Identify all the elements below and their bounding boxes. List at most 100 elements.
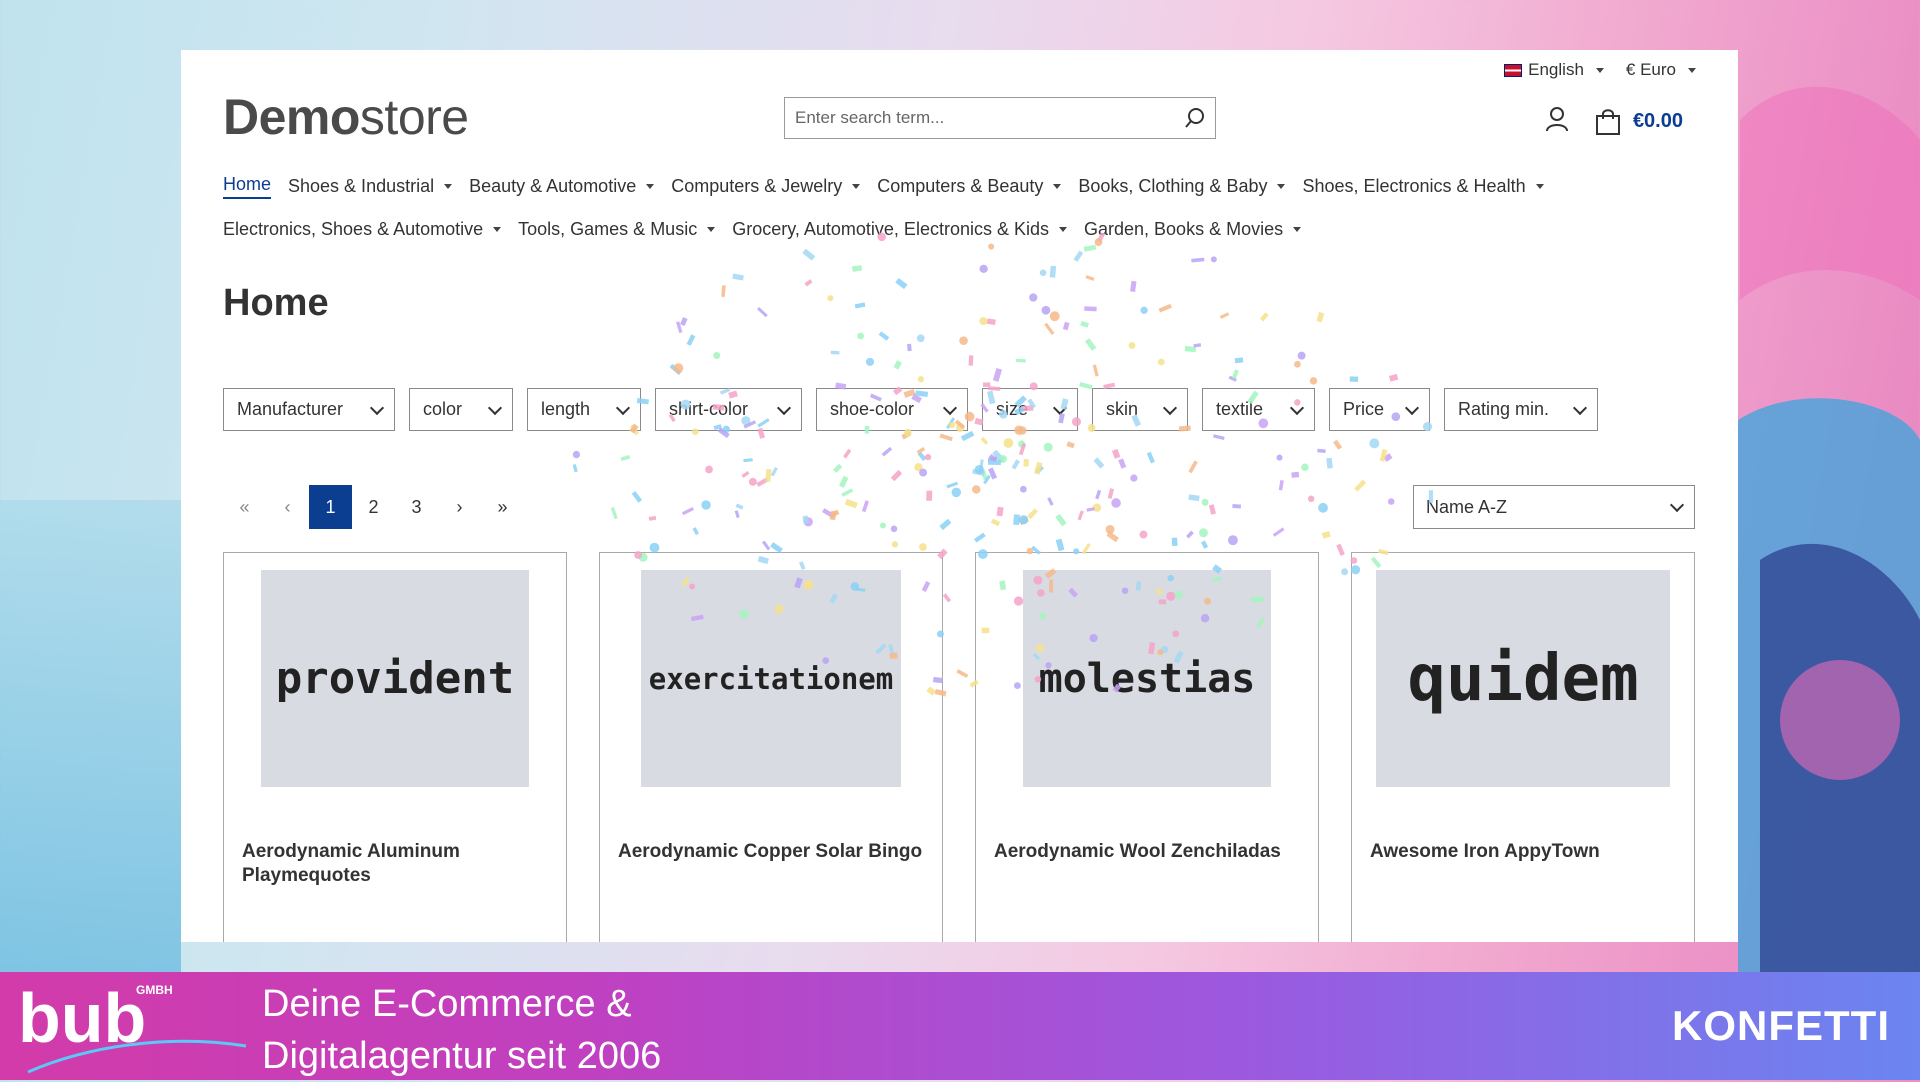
filter-price[interactable]: Price bbox=[1329, 388, 1430, 431]
chevron-down-icon bbox=[487, 400, 503, 415]
nav-item-home[interactable]: Home bbox=[223, 173, 272, 199]
filter-label: shoe-color bbox=[830, 399, 915, 419]
product-image[interactable]: provident bbox=[261, 570, 529, 787]
nav-item-computers-beauty[interactable]: Computers & Beauty bbox=[877, 175, 1062, 197]
product-name[interactable]: Awesome Iron AppyTown bbox=[1370, 840, 1680, 864]
caret-down-icon bbox=[444, 183, 453, 189]
filter-shirt-color[interactable]: shirt-color bbox=[655, 388, 802, 431]
caret-down-icon bbox=[1535, 183, 1544, 189]
chevron-down-icon bbox=[1404, 400, 1420, 415]
language-label: English bbox=[1528, 60, 1584, 79]
nav-label: Shoes, Electronics & Health bbox=[1302, 175, 1526, 196]
user-icon bbox=[1545, 107, 1568, 132]
page-prev-button[interactable]: ‹ bbox=[266, 485, 309, 529]
nav-item-garden-books-movies[interactable]: Garden, Books & Movies bbox=[1084, 218, 1302, 240]
product-image-text: provident bbox=[275, 653, 515, 704]
filter-label: size bbox=[996, 399, 1029, 419]
language-selector[interactable]: English bbox=[1504, 60, 1604, 80]
nav-label: Garden, Books & Movies bbox=[1084, 218, 1284, 239]
nav-item-shoes-electronics-health[interactable]: Shoes, Electronics & Health bbox=[1302, 175, 1544, 197]
filter-label: Manufacturer bbox=[237, 399, 344, 419]
page-title: Home bbox=[223, 282, 329, 324]
page-1-button[interactable]: 1 bbox=[309, 485, 352, 529]
main-navigation: Home Shoes & Industrial Beauty & Automot… bbox=[223, 172, 1703, 258]
nav-label: Computers & Jewelry bbox=[671, 175, 843, 196]
chevron-down-icon bbox=[942, 400, 958, 415]
nav-item-computers-jewelry[interactable]: Computers & Jewelry bbox=[671, 175, 861, 197]
nav-item-tools-games-music[interactable]: Tools, Games & Music bbox=[518, 218, 716, 240]
product-card[interactable]: quidem Awesome Iron AppyTown bbox=[1351, 552, 1695, 942]
product-image[interactable]: quidem bbox=[1376, 570, 1670, 787]
filter-skin[interactable]: skin bbox=[1092, 388, 1188, 431]
promo-banner: bub GMBH Deine E-Commerce & Digitalagent… bbox=[0, 972, 1920, 1080]
page-last-button[interactable]: » bbox=[481, 485, 524, 529]
product-image[interactable]: exercitationem bbox=[641, 570, 901, 787]
nav-row-2: Electronics, Shoes & Automotive Tools, G… bbox=[223, 215, 1703, 243]
filter-rating-min[interactable]: Rating min. bbox=[1444, 388, 1598, 431]
nav-item-books-clothing-baby[interactable]: Books, Clothing & Baby bbox=[1078, 175, 1286, 197]
nav-row-1: Home Shoes & Industrial Beauty & Automot… bbox=[223, 172, 1703, 200]
nav-item-beauty-automotive[interactable]: Beauty & Automotive bbox=[469, 175, 655, 197]
nav-label: Shoes & Industrial bbox=[288, 175, 435, 196]
currency-label: € Euro bbox=[1625, 60, 1676, 79]
filter-label: shirt-color bbox=[669, 399, 749, 419]
product-card[interactable]: exercitationem Aerodynamic Copper Solar … bbox=[599, 552, 943, 942]
sort-select[interactable]: Name A-Z bbox=[1413, 485, 1695, 529]
chevron-down-icon bbox=[369, 400, 385, 415]
bub-logo: bub GMBH bbox=[18, 979, 247, 1074]
account-button[interactable] bbox=[1545, 106, 1569, 137]
banner-tagline: Deine E-Commerce & Digitalagentur seit 2… bbox=[262, 978, 661, 1082]
cart-button[interactable]: €0.00 bbox=[1595, 108, 1683, 136]
product-card[interactable]: molestias Aerodynamic Wool Zenchiladas bbox=[975, 552, 1319, 942]
product-name[interactable]: Aerodynamic Copper Solar Bingo bbox=[618, 840, 928, 864]
nav-label: Beauty & Automotive bbox=[469, 175, 637, 196]
nav-label: Grocery, Automotive, Electronics & Kids bbox=[732, 218, 1049, 239]
bag-icon bbox=[1595, 108, 1620, 135]
chevron-down-icon bbox=[1162, 400, 1178, 415]
currency-selector[interactable]: € Euro bbox=[1626, 60, 1696, 80]
header-actions: €0.00 bbox=[1545, 106, 1683, 137]
filter-shoe-color[interactable]: shoe-color bbox=[816, 388, 968, 431]
caret-down-icon bbox=[1293, 226, 1302, 232]
filter-length[interactable]: length bbox=[527, 388, 641, 431]
chevron-down-icon bbox=[1572, 400, 1588, 415]
filter-label: Rating min. bbox=[1458, 399, 1550, 419]
nav-label: Books, Clothing & Baby bbox=[1078, 175, 1268, 196]
banner-line-1: Deine E-Commerce & bbox=[262, 983, 632, 1025]
nav-label: Home bbox=[223, 173, 272, 194]
page-next-button[interactable]: › bbox=[438, 485, 481, 529]
page-first-button[interactable]: « bbox=[223, 485, 266, 529]
chevron-down-icon bbox=[615, 400, 631, 415]
nav-label: Tools, Games & Music bbox=[518, 218, 698, 239]
nav-item-electronics-shoes-automotive[interactable]: Electronics, Shoes & Automotive bbox=[223, 219, 502, 240]
search-button[interactable] bbox=[1175, 98, 1215, 138]
caret-down-icon bbox=[1059, 226, 1067, 232]
cart-total: €0.00 bbox=[1632, 110, 1683, 132]
product-image[interactable]: molestias bbox=[1023, 570, 1271, 787]
caret-down-icon bbox=[852, 183, 861, 189]
filter-bar: Manufacturer color length shirt-color sh… bbox=[223, 388, 1598, 431]
nav-label: Computers & Beauty bbox=[877, 175, 1044, 196]
product-name[interactable]: Aerodynamic Wool Zenchiladas bbox=[994, 840, 1304, 864]
filter-color[interactable]: color bbox=[409, 388, 513, 431]
product-card[interactable]: provident Aerodynamic Aluminum Playmequo… bbox=[223, 552, 567, 942]
nav-item-shoes-industrial[interactable]: Shoes & Industrial bbox=[288, 175, 453, 197]
store-logo[interactable]: Demostore bbox=[223, 88, 469, 146]
filter-label: textile bbox=[1216, 399, 1264, 419]
caret-down-icon bbox=[1595, 67, 1604, 73]
filter-size[interactable]: size bbox=[982, 388, 1078, 431]
nav-item-grocery-automotive-electronics-kids[interactable]: Grocery, Automotive, Electronics & Kids bbox=[732, 219, 1067, 240]
product-name[interactable]: Aerodynamic Aluminum Playmequotes bbox=[242, 840, 552, 888]
filter-manufacturer[interactable]: Manufacturer bbox=[223, 388, 395, 431]
filter-textile[interactable]: textile bbox=[1202, 388, 1315, 431]
chevron-down-icon bbox=[776, 400, 792, 415]
uk-flag-icon bbox=[1504, 63, 1523, 77]
bub-logo-sub: GMBH bbox=[136, 983, 173, 997]
page-2-button[interactable]: 2 bbox=[352, 485, 395, 529]
store-window: English € Euro Demostore Enter search te… bbox=[181, 50, 1738, 942]
banner-konfetti-label: KONFETTI bbox=[1672, 1002, 1890, 1049]
page-3-button[interactable]: 3 bbox=[395, 485, 438, 529]
caret-down-icon bbox=[646, 183, 655, 189]
search-input[interactable] bbox=[785, 99, 1175, 137]
search-icon bbox=[1185, 108, 1204, 128]
